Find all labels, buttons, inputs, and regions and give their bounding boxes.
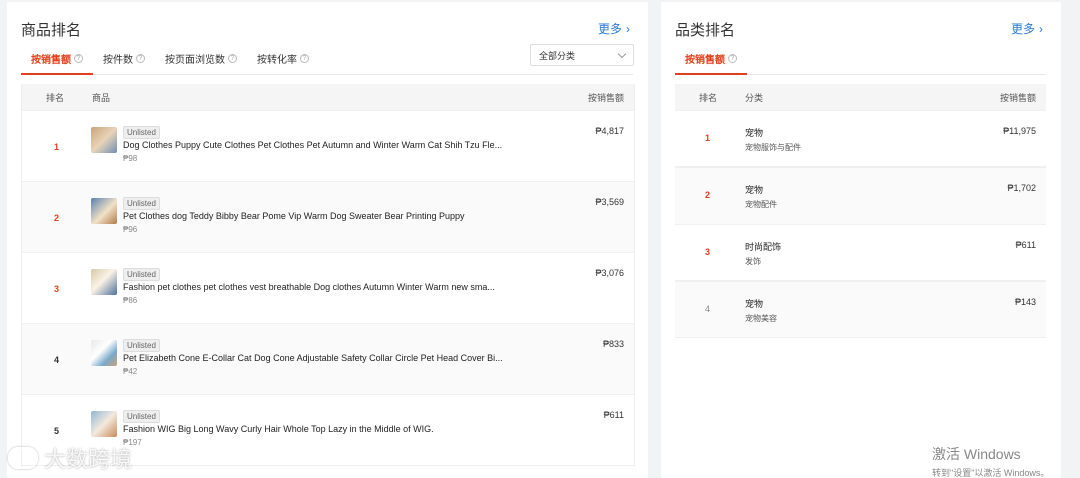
table-header: 排名 商品 按销售额 [22,84,634,110]
product-name[interactable]: Pet Elizabeth Cone E-Collar Cat Dog Cone… [123,353,503,363]
table-row[interactable]: 1 宠物 宠物服饰与配件 ₱11,975 [675,110,1046,167]
rank-number: 3 [705,247,711,257]
subcategory-name: 宠物美容 [745,314,777,323]
col-rank: 排名 [699,92,718,103]
status-badge: Unlisted [123,197,160,210]
product-ranking-title: 商品排名 [21,22,82,39]
sales-value: ₱4,817 [595,126,624,136]
sales-value: ₱611 [603,410,624,420]
subcategory-name: 宠物服饰与配件 [745,143,801,152]
more-label: 更多 [597,22,622,36]
product-ranking-table: 排名 商品 按销售额 1 Unlisted Dog Clothes Puppy … [21,84,635,466]
col-rank: 排名 [46,92,65,103]
watermark-logo-icon [8,447,38,469]
product-thumbnail[interactable] [91,198,117,224]
sales-value: ₱611 [1015,240,1036,250]
category-ranking-table: 排名 分类 按销售额 1 宠物 宠物服饰与配件 ₱11,975 2 宠物 宠物配… [675,84,1046,338]
sales-value: ₱143 [1014,297,1036,307]
product-thumbnail[interactable] [91,127,117,153]
status-badge: Unlisted [123,410,160,423]
tab-by-sales[interactable]: 按销售额 ? [675,42,747,75]
col-product: 商品 [92,92,111,103]
category-name[interactable]: 宠物 [745,126,763,139]
category-name[interactable]: 宠物 [745,183,763,196]
subcategory-name: 发饰 [745,257,761,266]
category-ranking-panel: 品类排名 更多 › 按销售额 ? 排名 分类 按销售额 1 宠物 宠物服饰与配件… [661,2,1061,478]
table-row[interactable]: 1 Unlisted Dog Clothes Puppy Cute Clothe… [22,110,634,181]
product-price: ₱42 [123,367,138,376]
product-name[interactable]: Pet Clothes dog Teddy Bibby Bear Pome Vi… [123,211,465,221]
more-label: 更多 [1010,22,1035,36]
sales-value: ₱833 [602,339,624,349]
activation-subtitle: 转到"设置"以激活 Windows。 [932,468,1050,478]
category-ranking-title: 品类排名 [675,22,736,39]
chevron-down-icon [617,49,627,58]
chevron-right-icon: › [626,21,630,36]
col-category: 分类 [745,92,764,103]
product-name[interactable]: Dog Clothes Puppy Cute Clothes Pet Cloth… [123,140,502,150]
table-row[interactable]: 3 时尚配饰 发饰 ₱611 [675,224,1046,281]
table-row[interactable]: 3 Unlisted Fashion pet clothes pet cloth… [22,252,634,323]
product-thumbnail[interactable] [91,269,117,295]
status-badge: Unlisted [123,126,160,139]
tab-by-conversion[interactable]: 按转化率 ? [247,42,319,74]
category-select[interactable]: 全部分类 [530,44,634,66]
product-ranking-more-link[interactable]: 更多 › [598,20,630,37]
rank-number: 2 [54,213,60,223]
col-sales: 按销售额 [587,92,624,103]
table-row[interactable]: 4 宠物 宠物美容 ₱143 [675,281,1046,338]
watermark: 大数跨境 [8,442,132,474]
category-name[interactable]: 宠物 [745,297,763,310]
category-ranking-more-link[interactable]: 更多 › [1011,20,1043,37]
product-name[interactable]: Fashion pet clothes pet clothes vest bre… [123,282,495,292]
product-thumbnail[interactable] [91,411,117,437]
tab-by-page-views[interactable]: 按页面浏览数 ? [155,42,247,74]
rank-number: 1 [705,133,711,143]
product-thumbnail[interactable] [91,340,117,366]
table-header: 排名 分类 按销售额 [675,84,1046,110]
product-price: ₱86 [123,296,138,305]
rank-number: 2 [705,190,711,200]
sales-value: ₱3,569 [595,197,624,207]
table-row[interactable]: 4 Unlisted Pet Elizabeth Cone E-Collar C… [22,323,634,394]
tab-label: 按销售额 [31,54,71,66]
chevron-right-icon: › [1039,21,1043,36]
rank-number: 4 [54,355,60,365]
rank-number: 5 [54,426,60,436]
windows-activation-notice: 激活 Windows 转到"设置"以激活 Windows。 [932,444,1049,478]
tab-label: 按销售额 [685,54,725,66]
tab-by-sales[interactable]: 按销售额 ? [21,42,93,75]
watermark-text: 大数跨境 [44,447,133,472]
rank-number: 4 [705,304,711,314]
category-ranking-tabs: 按销售额 ? [675,42,1046,75]
table-row[interactable]: 2 宠物 宠物配件 ₱1,702 [675,167,1046,224]
tab-label: 按页面浏览数 [165,54,225,66]
rank-number: 1 [54,142,60,152]
help-icon[interactable]: ? [136,53,145,63]
status-badge: Unlisted [123,268,160,281]
tab-by-units[interactable]: 按件数 ? [93,42,155,74]
category-name[interactable]: 时尚配饰 [745,240,781,253]
category-select-value: 全部分类 [539,50,576,61]
product-name[interactable]: Fashion WIG Big Long Wavy Curly Hair Who… [123,424,434,434]
help-icon[interactable]: ? [300,53,309,63]
activation-title: 激活 Windows [932,446,1021,462]
sales-value: ₱1,702 [1007,183,1036,193]
status-badge: Unlisted [123,339,160,352]
table-row[interactable]: 2 Unlisted Pet Clothes dog Teddy Bibby B… [22,181,634,252]
sales-value: ₱11,975 [1003,126,1036,136]
product-price: ₱98 [123,154,138,163]
help-icon[interactable]: ? [728,53,737,63]
tab-label: 按转化率 [257,54,297,66]
product-price: ₱96 [123,225,138,234]
sales-value: ₱3,076 [595,268,624,278]
product-ranking-panel: 商品排名 更多 › 按销售额 ? 按件数 ? 按页面浏览数 ? 按转化率 ? 全… [7,2,648,478]
help-icon[interactable]: ? [228,53,237,63]
rank-number: 3 [54,284,60,294]
tab-label: 按件数 [103,54,133,66]
col-sales: 按销售额 [999,92,1036,103]
subcategory-name: 宠物配件 [745,200,777,209]
help-icon[interactable]: ? [74,53,83,63]
